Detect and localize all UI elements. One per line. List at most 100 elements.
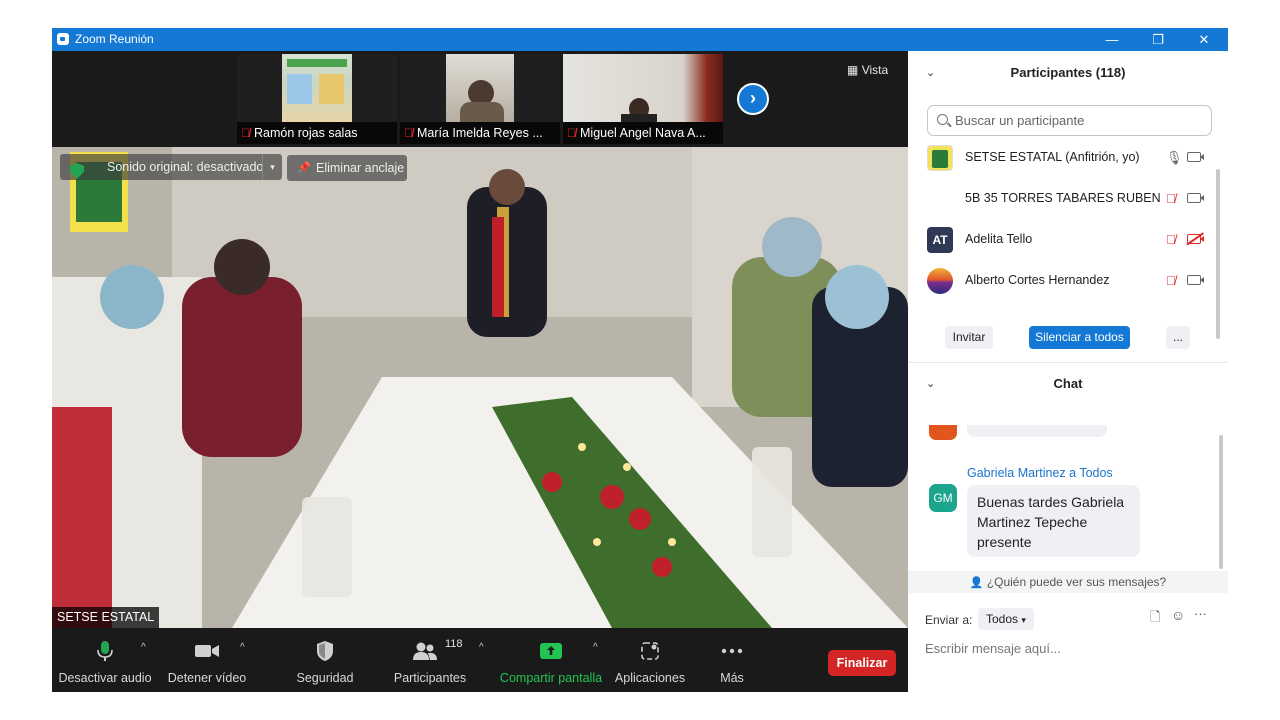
person-lock-icon: 👤 (969, 577, 984, 589)
gallery-strip: 🎙̸ Ramón rojas salas 🎙̸ María Imelda Reyes… (52, 51, 908, 147)
video-options-caret-icon[interactable]: ^ (240, 642, 245, 653)
thumbnail-name-bar: 🎙̸ Miguel Angel Nava A... (563, 122, 723, 144)
mute-label: Desactivar audio (58, 671, 152, 685)
panel-divider (908, 362, 1228, 363)
thumbnail-name-bar: 🎙̸ Ramón rojas salas (237, 122, 397, 144)
collapse-chat-chevron-icon[interactable]: ⌄ (926, 364, 935, 404)
emoji-icon[interactable]: ☺ (1171, 607, 1185, 623)
participants-options-caret-icon[interactable]: ^ (479, 642, 484, 653)
chevron-right-icon: › (750, 88, 756, 108)
chevron-down-icon: ▾ (1021, 615, 1026, 625)
security-button[interactable]: Seguridad (290, 628, 360, 692)
who-can-see-label: ¿Quién puede ver sus mensajes? (986, 575, 1167, 589)
chat-message-input[interactable]: Escribir mensaje aquí... (925, 641, 1215, 656)
apps-label: Aplicaciones (614, 671, 686, 685)
mic-muted-icon[interactable]: 🎙̸ (1166, 191, 1176, 206)
stop-video-label: Detener vídeo (167, 671, 247, 685)
participant-thumbnail[interactable]: 🎙̸ Miguel Angel Nava A... (563, 54, 723, 144)
more-button[interactable]: Más (707, 628, 757, 692)
thumbnail-name: María Imelda Reyes ... (417, 126, 543, 140)
main-video: Sonido original: desactivado ▾ 📌 Elimina… (52, 147, 908, 628)
share-options-caret-icon[interactable]: ^ (593, 642, 598, 653)
close-button[interactable]: ✕ (1181, 28, 1227, 51)
video-area: 🎙̸ Ramón rojas salas 🎙̸ María Imelda Reyes… (52, 51, 908, 692)
thumbnail-video (400, 54, 560, 122)
microphone-icon[interactable]: 🎙 (1166, 150, 1183, 166)
who-can-see-messages-link[interactable]: 👤 ¿Quién puede ver sus mensajes? (908, 571, 1228, 593)
window-title: Zoom Reunión (75, 32, 154, 46)
view-label: Vista (861, 63, 889, 77)
invite-button[interactable]: Invitar (945, 326, 993, 349)
participant-thumbnail[interactable]: 🎙̸ Ramón rojas salas (237, 54, 397, 144)
mic-muted-icon[interactable]: 🎙̸ (1166, 273, 1176, 288)
avatar: GM (929, 484, 957, 512)
participants-more-button[interactable]: ... (1166, 326, 1190, 349)
share-screen-button[interactable]: Compartir pantalla (498, 628, 604, 692)
participant-search-input[interactable]: Buscar un participante (927, 105, 1212, 136)
avatar (927, 268, 953, 294)
side-panel: ⌄ Participantes (118) Buscar un particip… (908, 51, 1228, 692)
search-icon (937, 114, 948, 125)
original-sound-chip[interactable]: Sonido original: desactivado ▾ (60, 154, 282, 180)
chat-scrollbar[interactable] (1219, 435, 1223, 569)
unpin-label: Eliminar anclaje (316, 161, 405, 175)
camera-icon[interactable] (1187, 152, 1204, 162)
video-camera-icon (195, 645, 219, 657)
end-meeting-button[interactable]: Finalizar (828, 650, 896, 676)
participant-search-placeholder: Buscar un participante (955, 113, 1085, 128)
audio-options-caret-icon[interactable]: ^ (141, 642, 146, 653)
next-page-button[interactable]: › (737, 83, 769, 115)
thumbnail-name: Ramón rojas salas (254, 126, 358, 140)
participants-count-badge: 118 (445, 638, 463, 650)
original-sound-label: Sonido original: desactivado (107, 160, 264, 174)
minimize-button[interactable]: — (1089, 28, 1135, 51)
participants-scrollbar[interactable] (1216, 169, 1220, 339)
thumbnail-video (237, 54, 397, 122)
meeting-toolbar: Desactivar audio ^ Detener vídeo ^ Segur… (52, 628, 908, 692)
grid-view-icon: ▦ (847, 63, 859, 77)
encryption-shield-icon (70, 163, 84, 179)
more-label: Más (720, 671, 744, 685)
view-button[interactable]: ▦ Vista (847, 63, 888, 77)
avatar (927, 145, 953, 171)
participants-button[interactable]: 118 Participantes (388, 628, 472, 692)
participant-thumbnail[interactable]: 🎙̸ María Imelda Reyes ... (400, 54, 560, 144)
more-dots-icon[interactable]: ··· (1194, 606, 1207, 621)
mute-button[interactable]: Desactivar audio (57, 628, 153, 692)
participants-header: ⌄ Participantes (118) (908, 53, 1228, 93)
send-to-label: Enviar a: (925, 613, 973, 627)
apps-icon (641, 642, 659, 660)
mic-muted-icon: 🎙̸ (404, 126, 413, 140)
zoom-app-icon (57, 33, 69, 45)
shield-icon (317, 641, 333, 661)
camera-icon[interactable] (1187, 193, 1204, 203)
apps-button[interactable]: Aplicaciones (613, 628, 687, 692)
participant-row[interactable]: 5B 35 TORRES TABARES RUBEN ... 🎙̸ (908, 179, 1216, 220)
zoom-window: Zoom Reunión — ❐ ✕ 🎙̸ Ramón rojas salas (52, 28, 1228, 692)
security-label: Seguridad (296, 671, 354, 685)
unpin-button[interactable]: 📌 Eliminar anclaje (287, 155, 407, 181)
title-bar: Zoom Reunión — ❐ ✕ (52, 28, 1228, 51)
participants-title: Participantes (118) (1010, 65, 1126, 80)
file-icon[interactable]: 🗋 (1150, 608, 1160, 630)
restore-button[interactable]: ❐ (1135, 28, 1181, 51)
thumbnail-name: Miguel Angel Nava A... (580, 126, 706, 140)
mute-all-button[interactable]: Silenciar a todos (1029, 326, 1130, 349)
stop-video-button[interactable]: Detener vídeo (164, 628, 250, 692)
camera-off-icon[interactable] (1187, 234, 1204, 244)
collapse-participants-chevron-icon[interactable]: ⌄ (926, 53, 935, 93)
union-logo-icon (932, 150, 948, 168)
mic-muted-icon[interactable]: 🎙̸ (1166, 232, 1176, 247)
camera-icon[interactable] (1187, 275, 1204, 285)
mic-muted-icon: 🎙̸ (567, 126, 576, 140)
participant-row[interactable]: SETSE ESTATAL (Anfitrión, yo) 🎙 (908, 138, 1216, 179)
participant-row[interactable]: Alberto Cortes Hernandez 🎙̸ (908, 261, 1216, 302)
chat-header: ⌄ Chat (908, 364, 1228, 404)
send-to-select[interactable]: Todos ▾ (978, 608, 1034, 630)
chevron-down-icon[interactable]: ▾ (262, 154, 282, 180)
participant-row[interactable]: AT Adelita Tello 🎙̸ (908, 220, 1216, 261)
microphone-icon (97, 641, 113, 661)
participants-label: Participantes (393, 671, 467, 685)
thumbnail-name-bar: 🎙̸ María Imelda Reyes ... (400, 122, 560, 144)
previous-message-bubble (967, 425, 1107, 437)
